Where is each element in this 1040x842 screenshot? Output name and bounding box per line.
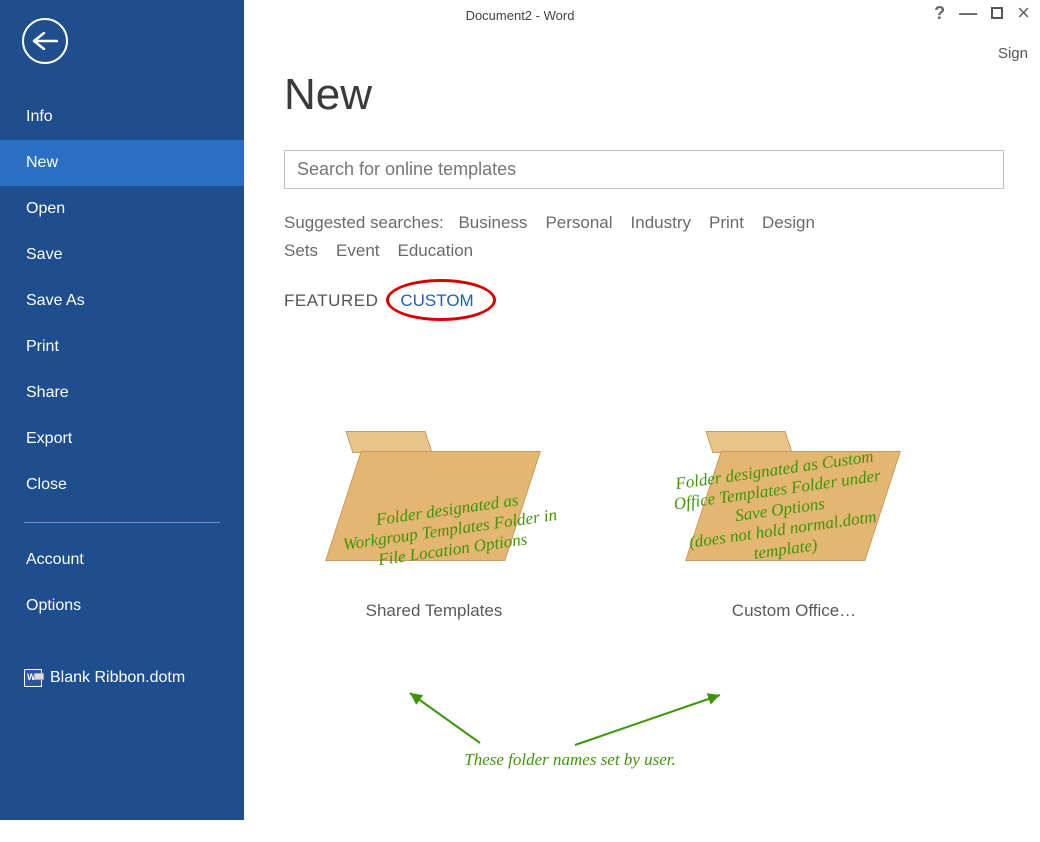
folder-label: Custom Office… — [732, 601, 856, 621]
main-panel: New Suggested searches: Business Personal… — [244, 40, 1040, 621]
annotation-bottom: These folder names set by user. — [410, 750, 730, 770]
folder-custom-office[interactable]: Custom Office… — [704, 431, 884, 621]
template-folders: Shared Templates Custom Office… — [284, 431, 1000, 621]
sidebar-item-save-as[interactable]: Save As — [0, 278, 244, 324]
sidebar-item-close[interactable]: Close — [0, 462, 244, 508]
template-source-tabs: FEATURED CUSTOM — [284, 291, 1000, 311]
window-title: Document2 - Word — [466, 8, 575, 23]
recent-doc-name: Blank Ribbon.dotm — [50, 669, 185, 687]
sidebar-item-account[interactable]: Account — [0, 537, 244, 583]
suggested-print[interactable]: Print — [709, 213, 744, 232]
suggested-searches: Suggested searches: Business Personal Indu… — [284, 209, 1000, 265]
template-search-container — [284, 150, 1004, 189]
sidebar-item-print[interactable]: Print — [0, 324, 244, 370]
help-icon[interactable]: ? — [934, 4, 945, 22]
tab-featured[interactable]: FEATURED — [284, 291, 378, 311]
backstage-sidebar: InfoNewOpenSaveSave AsPrintShareExportCl… — [0, 0, 244, 820]
tab-custom-label: CUSTOM — [400, 291, 473, 310]
suggested-business[interactable]: Business — [458, 213, 527, 232]
menu-separator — [24, 522, 220, 523]
minimize-button[interactable]: — — [959, 4, 977, 22]
suggested-label: Suggested searches: — [284, 213, 444, 232]
back-arrow-icon — [32, 32, 58, 50]
sidebar-item-info[interactable]: Info — [0, 94, 244, 140]
tab-custom[interactable]: CUSTOM — [400, 291, 473, 311]
sidebar-item-open[interactable]: Open — [0, 186, 244, 232]
folder-icon — [349, 431, 519, 561]
suggested-education[interactable]: Education — [398, 241, 474, 260]
folder-label: Shared Templates — [366, 601, 503, 621]
template-search-input[interactable] — [297, 159, 991, 180]
page-title: New — [284, 70, 1000, 120]
folder-icon — [709, 431, 879, 561]
suggested-personal[interactable]: Personal — [545, 213, 612, 232]
maximize-button[interactable] — [991, 7, 1003, 19]
suggested-event[interactable]: Event — [336, 241, 379, 260]
folder-shared-templates[interactable]: Shared Templates — [344, 431, 524, 621]
annotation-arrow-left — [400, 688, 490, 748]
sidebar-item-new[interactable]: New — [0, 140, 244, 186]
title-bar: Document2 - Word ? — × — [0, 0, 1040, 30]
word-doc-icon — [24, 669, 42, 687]
close-button[interactable]: × — [1017, 4, 1030, 22]
suggested-industry[interactable]: Industry — [631, 213, 691, 232]
sidebar-item-save[interactable]: Save — [0, 232, 244, 278]
recent-document-link[interactable]: Blank Ribbon.dotm — [0, 663, 244, 693]
sidebar-item-options[interactable]: Options — [0, 583, 244, 629]
sidebar-item-export[interactable]: Export — [0, 416, 244, 462]
annotation-arrow-right — [570, 690, 730, 750]
sidebar-item-share[interactable]: Share — [0, 370, 244, 416]
